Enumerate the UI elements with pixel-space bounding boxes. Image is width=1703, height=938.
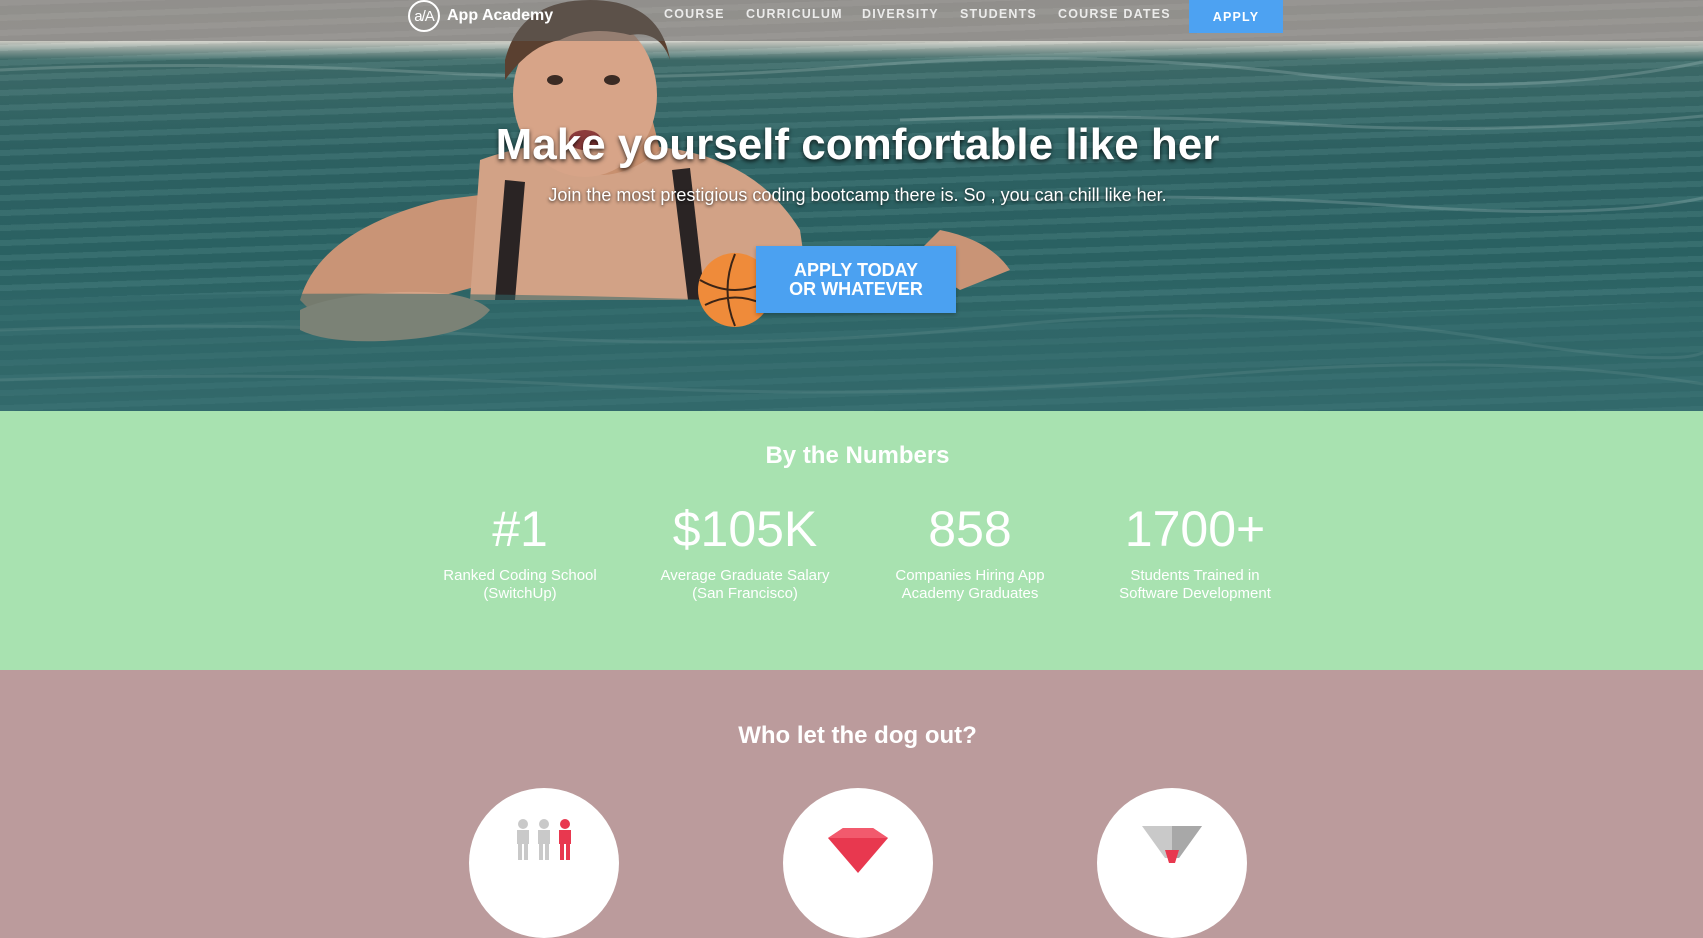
gem-icon: [828, 828, 888, 873]
top-nav: a/A App Academy COURSE CURRICULUM DIVERS…: [0, 0, 1703, 41]
stat-label: Companies Hiring App Academy Graduates: [895, 567, 1045, 602]
stat-value: 1700+: [1124, 501, 1266, 557]
numbers-title: By the Numbers: [765, 442, 950, 469]
stat-companies: 858 Companies Hiring App Academy Graduat…: [870, 501, 1070, 603]
cta-line-1: APPLY TODAY: [793, 259, 919, 280]
app-academy-logo-icon: a/A: [408, 0, 440, 32]
apply-today-button[interactable]: APPLY TODAY OR WHATEVER: [756, 246, 956, 313]
stat-students: 1700+ Students Trained in Software Devel…: [1095, 501, 1295, 603]
brand[interactable]: a/A App Academy: [408, 0, 553, 32]
funnel-icon: [1142, 826, 1202, 863]
hero-section: a/A App Academy COURSE CURRICULUM DIVERS…: [0, 0, 1703, 411]
numbers-section: By the Numbers #1 Ranked Coding School (…: [0, 411, 1703, 670]
stat-salary: $105K Average Graduate Salary (San Franc…: [645, 501, 845, 603]
nav-link-course[interactable]: COURSE: [664, 7, 725, 21]
stat-value: #1: [492, 501, 548, 557]
hero-subtitle: Join the most prestigious coding bootcam…: [548, 185, 1167, 205]
cta-line-2: OR WHATEVER: [789, 278, 923, 299]
nav-link-students[interactable]: STUDENTS: [960, 7, 1037, 21]
nav-apply-button[interactable]: APPLY: [1189, 0, 1283, 33]
stat-label: Average Graduate Salary (San Francisco): [660, 567, 830, 602]
stat-value: 858: [928, 501, 1012, 557]
nav-link-diversity[interactable]: DIVERSITY: [862, 7, 939, 21]
stat-ranked: #1 Ranked Coding School (SwitchUp): [420, 501, 620, 603]
who-section: Who let the dog out?: [0, 670, 1703, 938]
stat-label: Students Trained in Software Development: [1119, 567, 1271, 602]
brand-name: App Academy: [447, 7, 554, 24]
stat-label: Ranked Coding School (SwitchUp): [443, 567, 597, 602]
people-icon: [517, 819, 571, 860]
who-title: Who let the dog out?: [738, 722, 977, 749]
nav-link-curriculum[interactable]: CURRICULUM: [746, 7, 843, 21]
gem-icon-circle: [783, 788, 933, 938]
nav-link-course-dates[interactable]: COURSE DATES: [1058, 7, 1171, 21]
people-icon-circle: [469, 788, 619, 938]
funnel-icon-circle: [1097, 788, 1247, 938]
stat-value: $105K: [672, 501, 818, 557]
hero-title: Make yourself comfortable like her: [495, 120, 1220, 169]
